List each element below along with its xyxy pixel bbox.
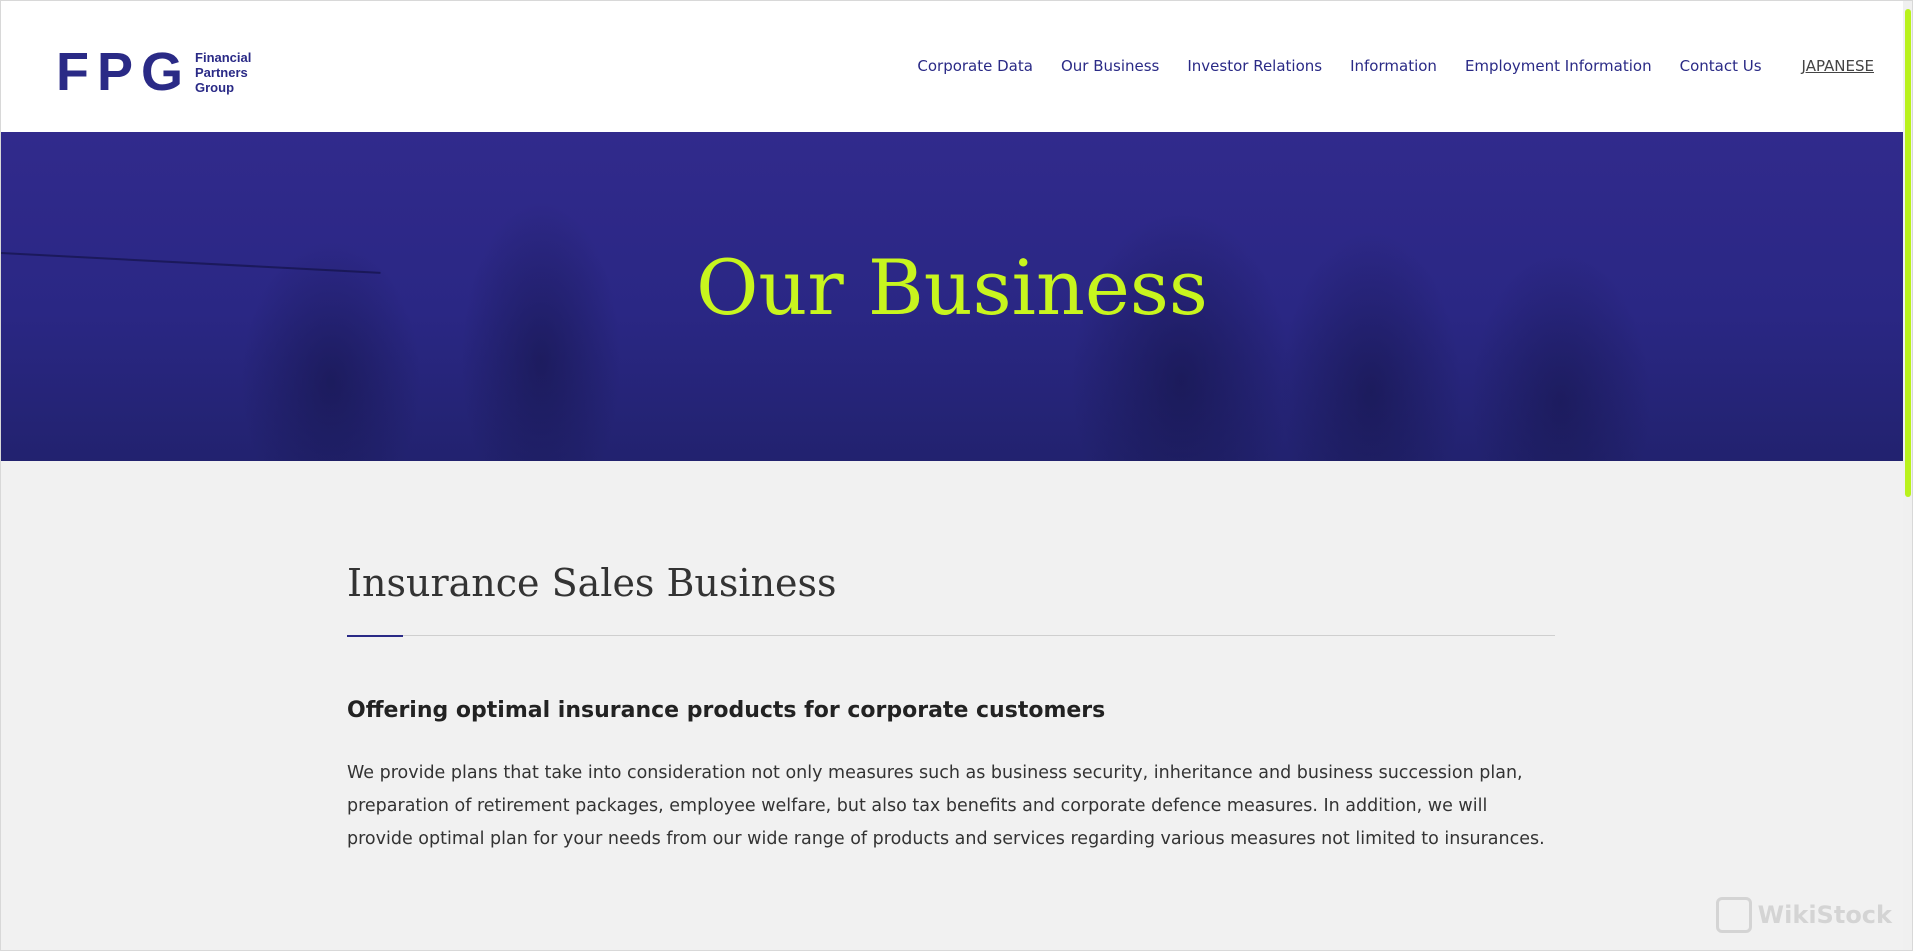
page-frame: FPG Financial Partners Group Corporate D…: [0, 0, 1913, 951]
nav-our-business[interactable]: Our Business: [1061, 57, 1159, 75]
watermark-icon: [1715, 897, 1752, 933]
nav-information[interactable]: Information: [1350, 57, 1437, 75]
nav-investor-relations[interactable]: Investor Relations: [1187, 57, 1322, 75]
nav-employment-information[interactable]: Employment Information: [1465, 57, 1652, 75]
section-subheading: Offering optimal insurance products for …: [347, 698, 1106, 723]
fpg-logo[interactable]: FPG Financial Partners Group: [56, 45, 251, 99]
logo-mark: FPG: [56, 42, 192, 102]
hero-banner: Our Business: [1, 132, 1903, 461]
nav-contact-us[interactable]: Contact Us: [1680, 57, 1762, 75]
watermark-text: WikiStock: [1757, 901, 1892, 929]
site-header: FPG Financial Partners Group Corporate D…: [1, 1, 1912, 132]
vertical-scrollbar[interactable]: [1903, 1, 1912, 950]
logo-line-financial: Financial: [195, 49, 252, 65]
logo-line-group: Group: [195, 79, 235, 95]
language-switch-japanese[interactable]: JAPANESE: [1802, 57, 1874, 75]
main-nav: Corporate Data Our Business Investor Rel…: [889, 57, 1874, 75]
hero-title: Our Business: [696, 243, 1208, 332]
section-divider: [347, 635, 1555, 636]
section-title: Insurance Sales Business: [347, 561, 837, 605]
logo-line-partners: Partners: [195, 64, 248, 80]
section-body-text: We provide plans that take into consider…: [347, 763, 1545, 849]
scrollbar-thumb[interactable]: [1905, 9, 1911, 497]
section-divider-accent: [347, 635, 403, 637]
logo-subtitle: Financial Partners Group: [195, 50, 251, 95]
nav-corporate-data[interactable]: Corporate Data: [917, 57, 1033, 75]
watermark: WikiStock: [1715, 897, 1892, 933]
